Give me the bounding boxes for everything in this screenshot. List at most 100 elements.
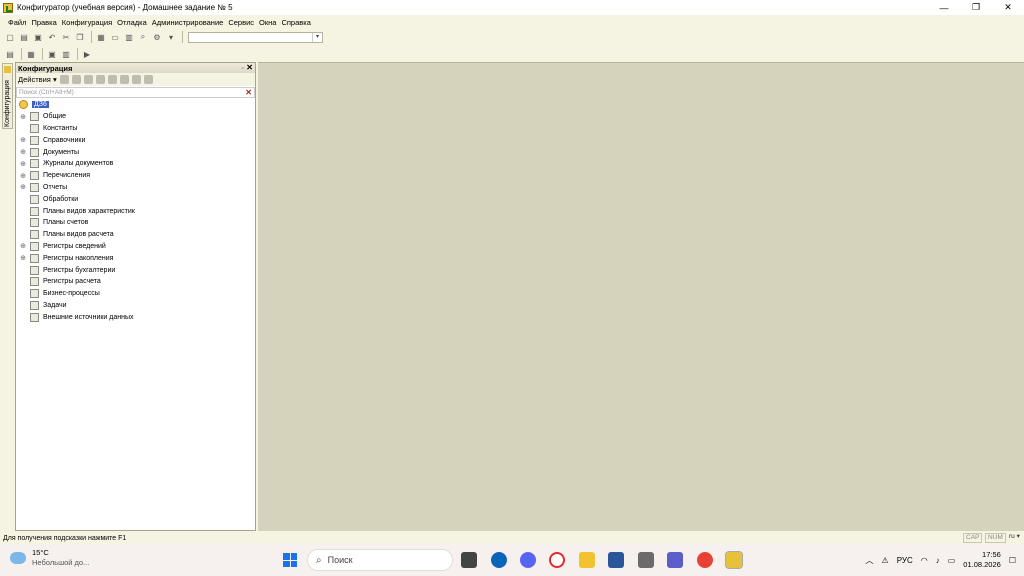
undo-icon[interactable]: ↶ — [46, 31, 58, 43]
chevron-down-icon[interactable]: ▾ — [312, 32, 322, 42]
database-icon[interactable]: ▣ — [46, 48, 58, 60]
expand-icon[interactable]: ⊕ — [19, 242, 27, 250]
yandex-browser-icon[interactable] — [549, 552, 565, 568]
tree-item[interactable]: Регистры расчета — [16, 276, 255, 288]
taskbar-search[interactable]: ⌕ Поиск — [307, 549, 453, 571]
expand-icon[interactable]: ⊕ — [19, 160, 27, 168]
filter-icon[interactable] — [143, 75, 153, 84]
tree-item[interactable]: Задачи — [16, 300, 255, 312]
move-up-icon[interactable] — [107, 75, 117, 84]
file-explorer-icon[interactable] — [579, 552, 595, 568]
window-icon[interactable]: ▭ — [109, 31, 121, 43]
dataprocessors-icon — [30, 194, 39, 204]
tree-item-label: Регистры бухгалтерии — [43, 266, 116, 274]
chevron-up-icon[interactable]: ︿ — [866, 555, 874, 566]
weather-widget[interactable]: 15°C Небольшой до... — [10, 548, 89, 568]
delete-icon[interactable] — [95, 75, 105, 84]
expand-icon[interactable]: ⊕ — [19, 136, 27, 144]
wifi-icon[interactable]: ◠ — [921, 556, 928, 565]
menu-edit[interactable]: Правка — [31, 18, 56, 27]
add-icon[interactable] — [59, 75, 69, 84]
table-icon[interactable]: ▥ — [60, 48, 72, 60]
language-indicator[interactable]: ru ▾ — [1007, 533, 1022, 543]
actions-menu[interactable]: Действия ▾ — [18, 75, 57, 84]
sort-icon[interactable] — [131, 75, 141, 84]
menu-file[interactable]: Файл — [8, 18, 26, 27]
workspace-area — [258, 62, 1024, 531]
battery-icon[interactable]: ▭ — [948, 556, 956, 565]
1c-icon[interactable] — [725, 551, 743, 569]
menu-windows[interactable]: Окна — [259, 18, 276, 27]
task-view-icon[interactable] — [461, 552, 477, 568]
common-icon — [30, 112, 39, 122]
outlook-icon[interactable] — [491, 552, 507, 568]
chrome-icon[interactable] — [697, 552, 713, 568]
cut-icon[interactable]: ✂ — [60, 31, 72, 43]
teams-icon[interactable] — [667, 552, 683, 568]
tree-item[interactable]: ⊕ Документы — [16, 146, 255, 158]
dropdown-icon[interactable]: ▾ — [165, 31, 177, 43]
search-combo[interactable]: ▾ — [188, 31, 323, 43]
tree-item[interactable]: ⊕ Отчеты — [16, 182, 255, 194]
copy-icon[interactable]: ❐ — [74, 31, 86, 43]
debug-icon[interactable]: ⚙ — [151, 31, 163, 43]
menu-configuration[interactable]: Конфигурация — [62, 18, 112, 27]
clock[interactable]: 17:56 01.08.2026 — [963, 550, 1001, 570]
language-indicator[interactable]: РУС — [897, 556, 913, 565]
clear-search-icon[interactable]: ✕ — [245, 88, 252, 97]
word-icon[interactable] — [608, 552, 624, 568]
close-button[interactable]: ✕ — [992, 0, 1024, 15]
tree-root[interactable]: ДЗ6 — [16, 99, 255, 111]
menu-debug[interactable]: Отладка — [117, 18, 147, 27]
expand-icon[interactable]: ⊕ — [19, 113, 27, 121]
search-icon[interactable]: ⌕ — [137, 31, 149, 43]
tree-item[interactable]: Планы счетов — [16, 217, 255, 229]
new-icon[interactable]: ▢ — [4, 31, 16, 43]
network-alert-icon[interactable]: ⚠ — [882, 556, 889, 565]
open-icon[interactable]: ▤ — [18, 31, 30, 43]
tree-item[interactable]: Бизнес-процессы — [16, 288, 255, 300]
close-icon[interactable]: ✕ — [246, 63, 253, 72]
minimize-button[interactable]: — — [928, 0, 960, 15]
notifications-icon[interactable]: ☐ — [1009, 556, 1016, 565]
app-icon[interactable] — [638, 552, 654, 568]
windows-start-icon[interactable] — [283, 553, 297, 567]
expand-icon[interactable]: ⊕ — [19, 254, 27, 262]
expand-icon[interactable]: ⊕ — [19, 172, 27, 180]
tree-item[interactable]: ⊕ Регистры накопления — [16, 252, 255, 264]
discord-icon[interactable] — [520, 552, 536, 568]
panel-icon[interactable]: ▤ — [4, 48, 16, 60]
tree-item[interactable]: Планы видов характеристик — [16, 205, 255, 217]
expand-icon[interactable]: ⊕ — [19, 183, 27, 191]
volume-icon[interactable]: ♪ — [936, 556, 940, 565]
tree-item-label: Бизнес-процессы — [43, 290, 100, 298]
tree-item[interactable]: ⊕ Общие — [16, 111, 255, 123]
menu-administration[interactable]: Администрирование — [152, 18, 224, 27]
tree-item[interactable]: ⊕ Перечисления — [16, 170, 255, 182]
catalogs-icon — [30, 135, 39, 145]
tree-item[interactable]: Обработки — [16, 193, 255, 205]
tree-item[interactable]: Планы видов расчета — [16, 229, 255, 241]
panel-title: Конфигурация — [18, 63, 73, 73]
menu-service[interactable]: Сервис — [228, 18, 254, 27]
side-tab-configuration[interactable]: Конфигурация — [2, 63, 13, 129]
tree-item[interactable]: ⊕ Журналы документов — [16, 158, 255, 170]
menu-help[interactable]: Справка — [281, 18, 310, 27]
run-icon[interactable]: ▶ — [81, 48, 93, 60]
copy-icon[interactable] — [83, 75, 93, 84]
expand-icon[interactable]: ⊕ — [19, 148, 27, 156]
grid-icon[interactable]: ▥ — [123, 31, 135, 43]
paste-icon[interactable]: ▦ — [95, 31, 107, 43]
tree-search-input[interactable]: Поиск (Ctrl+Alt+M) ✕ — [16, 87, 255, 98]
external-data-sources-icon — [30, 312, 39, 322]
config-tree-icon[interactable]: ▦ — [25, 48, 37, 60]
maximize-button[interactable]: ❐ — [960, 0, 992, 15]
tree-item[interactable]: Регистры бухгалтерии — [16, 264, 255, 276]
move-down-icon[interactable] — [119, 75, 129, 84]
tree-item[interactable]: Внешние источники данных — [16, 311, 255, 323]
tree-item[interactable]: ⊕ Регистры сведений — [16, 241, 255, 253]
save-icon[interactable]: ▣ — [32, 31, 44, 43]
tree-item[interactable]: Константы — [16, 123, 255, 135]
tree-item[interactable]: ⊕ Справочники — [16, 134, 255, 146]
edit-icon[interactable] — [71, 75, 81, 84]
